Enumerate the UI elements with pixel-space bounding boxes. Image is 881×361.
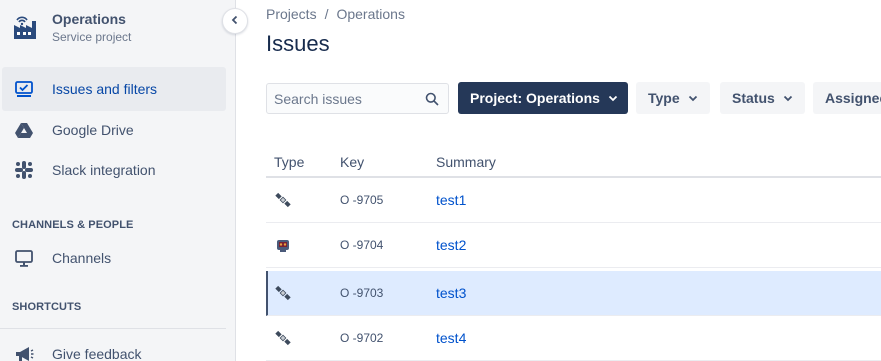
monitor-icon: [14, 248, 34, 268]
collapse-sidebar-button[interactable]: [222, 8, 248, 34]
project-type: Service project: [52, 30, 132, 44]
status-filter-button[interactable]: Status: [720, 82, 805, 114]
issue-summary-link[interactable]: test1: [436, 192, 466, 208]
channels-section-title: CHANNELS & PEOPLE: [12, 219, 134, 231]
search-input[interactable]: [267, 84, 448, 113]
column-header-type[interactable]: Type: [274, 154, 304, 170]
project-filter-label: Project: Operations: [470, 90, 600, 106]
issue-key: O -9703: [340, 286, 384, 300]
type-filter-button[interactable]: Type: [636, 82, 710, 114]
sidebar-item-label: Give feedback: [52, 346, 142, 361]
search-box: [266, 83, 449, 114]
google-drive-icon: [14, 120, 34, 140]
column-header-key[interactable]: Key: [340, 154, 364, 170]
table-row[interactable]: O -9705 test1: [266, 178, 881, 223]
issue-summary-link[interactable]: test3: [436, 285, 466, 301]
project-filter-button[interactable]: Project: Operations: [458, 82, 628, 114]
sidebar-item-slack-integration[interactable]: Slack integration: [2, 148, 226, 192]
chevron-down-icon: [608, 93, 618, 103]
project-name: Operations: [52, 11, 126, 27]
table-row[interactable]: O -9704 test2: [266, 223, 881, 268]
search-icon[interactable]: [425, 92, 439, 111]
sidebar-item-label: Channels: [52, 250, 112, 266]
chevron-down-icon: [783, 93, 793, 103]
issue-summary-link[interactable]: test2: [436, 237, 466, 253]
project-header[interactable]: Operations Service project: [12, 10, 131, 46]
type-filter-label: Type: [648, 90, 680, 106]
megaphone-icon: [14, 344, 34, 361]
breadcrumb-operations[interactable]: Operations: [336, 6, 404, 22]
shortcuts-section-title: SHORTCUTS: [12, 301, 82, 313]
satellite-icon: [275, 192, 291, 208]
sidebar-item-google-drive[interactable]: Google Drive: [2, 108, 226, 152]
slack-icon: [14, 160, 34, 180]
chevron-left-icon: [230, 12, 240, 30]
factory-icon: [12, 13, 38, 41]
sidebar-item-label: Issues and filters: [52, 81, 158, 97]
assignee-filter-button[interactable]: Assignee: [813, 82, 881, 114]
table-row[interactable]: O -9702 test4: [266, 316, 881, 361]
satellite-icon: [275, 330, 291, 346]
issue-summary-link[interactable]: test4: [436, 330, 466, 346]
issue-key: O -9704: [340, 238, 384, 252]
issue-key: O -9702: [340, 331, 384, 345]
breadcrumb-separator: /: [324, 6, 329, 22]
sidebar: Operations Service project Issues and fi…: [0, 0, 236, 361]
issues-filter-icon: [14, 79, 34, 99]
sidebar-item-issues-and-filters[interactable]: Issues and filters: [2, 67, 226, 111]
issue-key: O -9705: [340, 193, 384, 207]
breadcrumb-projects[interactable]: Projects: [266, 6, 317, 22]
page-title: Issues: [266, 31, 330, 56]
breadcrumb: Projects / Operations: [266, 6, 405, 22]
satellite-icon: [275, 285, 291, 301]
column-header-summary[interactable]: Summary: [436, 154, 496, 170]
sidebar-item-label: Google Drive: [52, 122, 134, 138]
sidebar-divider: [0, 328, 226, 329]
sidebar-item-label: Slack integration: [52, 162, 156, 178]
robot-icon: [275, 237, 291, 253]
status-filter-label: Status: [732, 90, 775, 106]
sidebar-item-channels[interactable]: Channels: [2, 236, 226, 280]
chevron-down-icon: [688, 93, 698, 103]
table-row[interactable]: O -9703 test3: [266, 271, 881, 316]
sidebar-item-give-feedback[interactable]: Give feedback: [2, 332, 226, 361]
assignee-filter-label: Assignee: [825, 90, 881, 106]
